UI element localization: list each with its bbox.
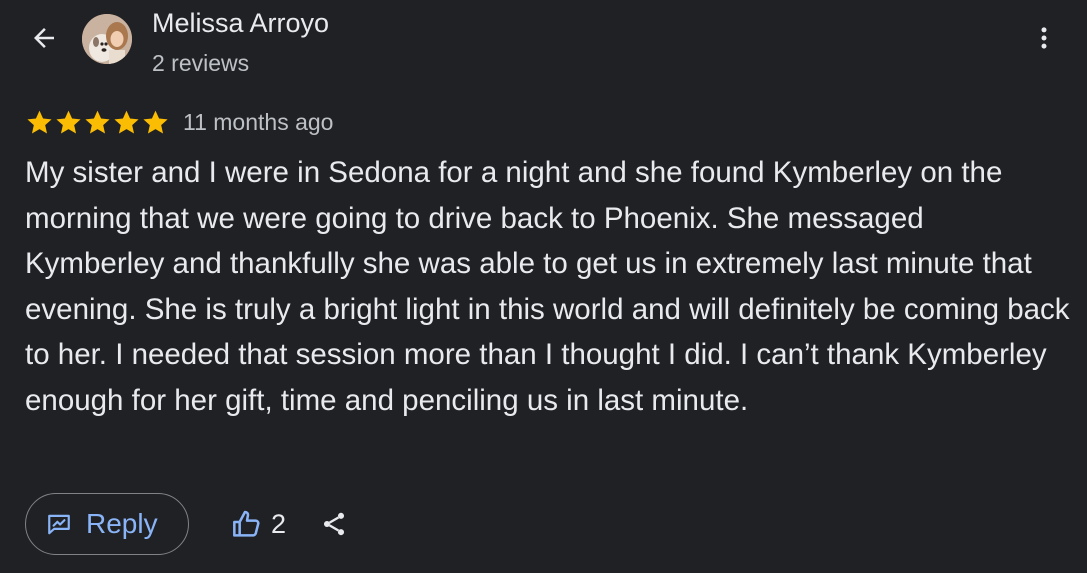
star-filled-icon [85,110,110,133]
reply-icon [48,514,70,535]
more-vert-icon [1041,27,1047,49]
share-icon [323,512,345,536]
star-filled-icon [143,110,168,133]
arrow-back-icon [34,28,54,48]
review-text: My sister and I were in Sedona for a nig… [25,156,1070,417]
reviewer-name[interactable]: Melissa Arroyo [152,6,329,40]
avatar-image [82,14,132,64]
star-filled-icon [27,110,52,133]
back-button[interactable] [22,20,66,56]
rating-row: 11 months ago [25,106,333,138]
more-options-button[interactable] [1024,20,1064,56]
review-actions: Reply 2 [25,493,354,555]
reviewer-review-count: 2 reviews [152,50,250,76]
star-filled-icon [114,110,139,133]
reply-button[interactable]: Reply [25,493,189,555]
star-filled-icon [56,110,81,133]
share-button[interactable] [314,504,354,544]
thumb-up-icon [233,510,260,537]
review-age: 11 months ago [183,108,334,135]
like-count: 2 [271,508,287,539]
star-rating [25,108,170,137]
like-button[interactable]: 2 [231,508,286,540]
reply-label: Reply [86,508,158,539]
avatar[interactable] [82,14,132,64]
review-screen: Melissa Arroyo 2 reviews 11 months ago M… [0,0,1087,573]
